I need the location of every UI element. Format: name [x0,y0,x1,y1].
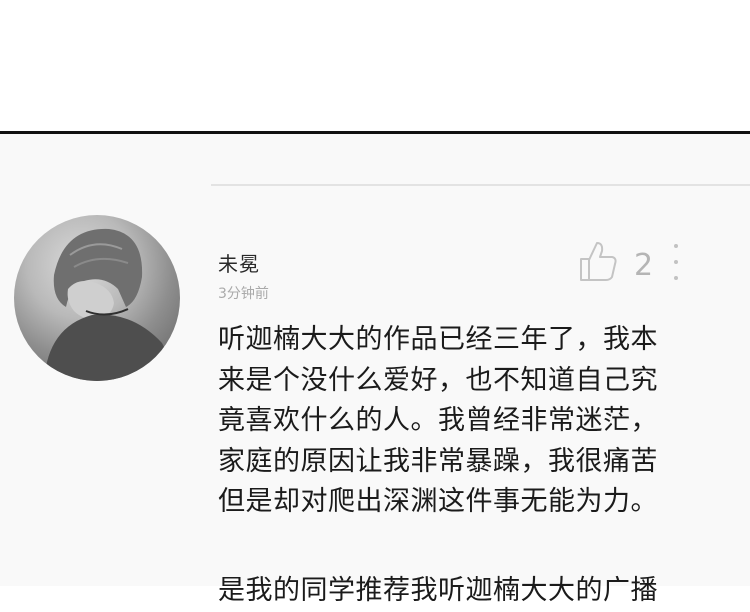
avatar[interactable] [14,215,180,381]
comment-line: 家庭的原因让我非常暴躁，我很痛苦 [218,445,658,477]
avatar-illustration [44,228,174,381]
like-count: 2 [634,248,654,283]
comment-line: 竟喜欢什么的人。我曾经非常迷茫， [218,405,658,436]
thumbs-up-icon [580,242,617,281]
comment-line: 但是却对爬出深渊这件事无能为力。 [218,486,658,517]
comment-separator [211,184,750,186]
comment-line: 是我的同学推荐我听迦楠大大的广播 [218,575,658,606]
top-blank-area [0,0,750,131]
username[interactable]: 未冕 [218,248,260,277]
more-options-button[interactable] [668,240,684,284]
comment-line: 来是个没什么爱好，也不知道自己究 [218,364,658,396]
comment-text: 听迦楠大大的作品已经三年了，我本 来是个没什么爱好，也不知道自己究 竟喜欢什么的… [218,320,698,606]
comment-timestamp: 3分钟前 [218,286,269,302]
like-button[interactable] [578,240,618,282]
comment-line: 听迦楠大大的作品已经三年了，我本 [218,324,658,355]
vertical-dots-icon [674,244,678,248]
